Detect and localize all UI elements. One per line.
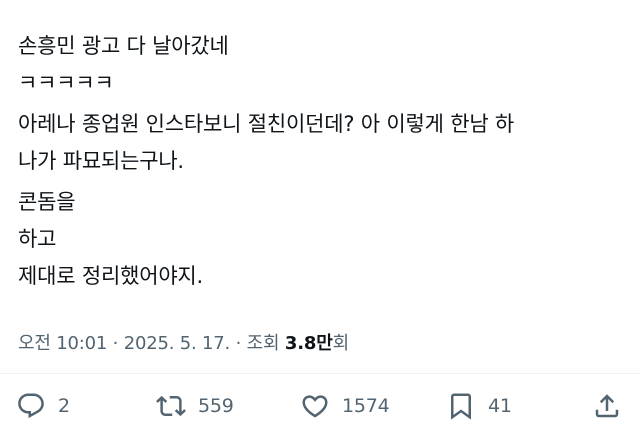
reply-button[interactable]: 2: [16, 386, 70, 426]
tweet-line: 제대로 정리했어야지.: [18, 264, 204, 288]
retweet-count: 559: [198, 395, 234, 417]
share-button[interactable]: [592, 386, 622, 426]
like-button[interactable]: 1574: [300, 386, 390, 426]
tweet-line: 하고: [18, 227, 57, 251]
tweet-time-link[interactable]: 오전 10:01: [18, 333, 107, 354]
tweet-line: 손흥민 광고 다 날아갔네: [18, 34, 229, 58]
reply-count: 2: [58, 395, 70, 417]
like-count: 1574: [342, 395, 390, 417]
views-label: 조회: [246, 333, 280, 354]
views-suffix: 회: [332, 333, 350, 354]
heart-icon: [300, 391, 330, 421]
tweet-meta: 오전 10:01 · 2025. 5. 17. · 조회 3.8만회: [18, 331, 349, 357]
bookmark-count: 41: [488, 395, 512, 417]
bookmark-icon: [446, 391, 476, 421]
retweet-icon: [156, 391, 186, 421]
tweet-line: 나가 파묘되는구나.: [18, 149, 184, 173]
meta-separator: ·: [107, 333, 124, 354]
share-icon: [592, 391, 622, 421]
divider: [0, 373, 640, 374]
reply-icon: [16, 391, 46, 421]
retweet-button[interactable]: 559: [156, 386, 234, 426]
tweet-line: ㅋㅋㅋㅋㅋ: [18, 71, 114, 95]
views-count: 3.8만: [284, 333, 333, 354]
tweet-line: 콘돔을: [18, 190, 76, 214]
tweet-date-link[interactable]: 2025. 5. 17.: [124, 333, 231, 354]
action-bar: 2 559 1574 41: [0, 386, 640, 426]
meta-separator: ·: [230, 333, 247, 354]
bookmark-button[interactable]: 41: [446, 386, 512, 426]
tweet-text: 손흥민 광고 다 날아갔네 ㅋㅋㅋㅋㅋ 아레나 종업원 인스타보니 절친이던데?…: [18, 28, 628, 295]
tweet-line: 아레나 종업원 인스타보니 절친이던데? 아 이렇게 한남 하: [18, 112, 515, 136]
